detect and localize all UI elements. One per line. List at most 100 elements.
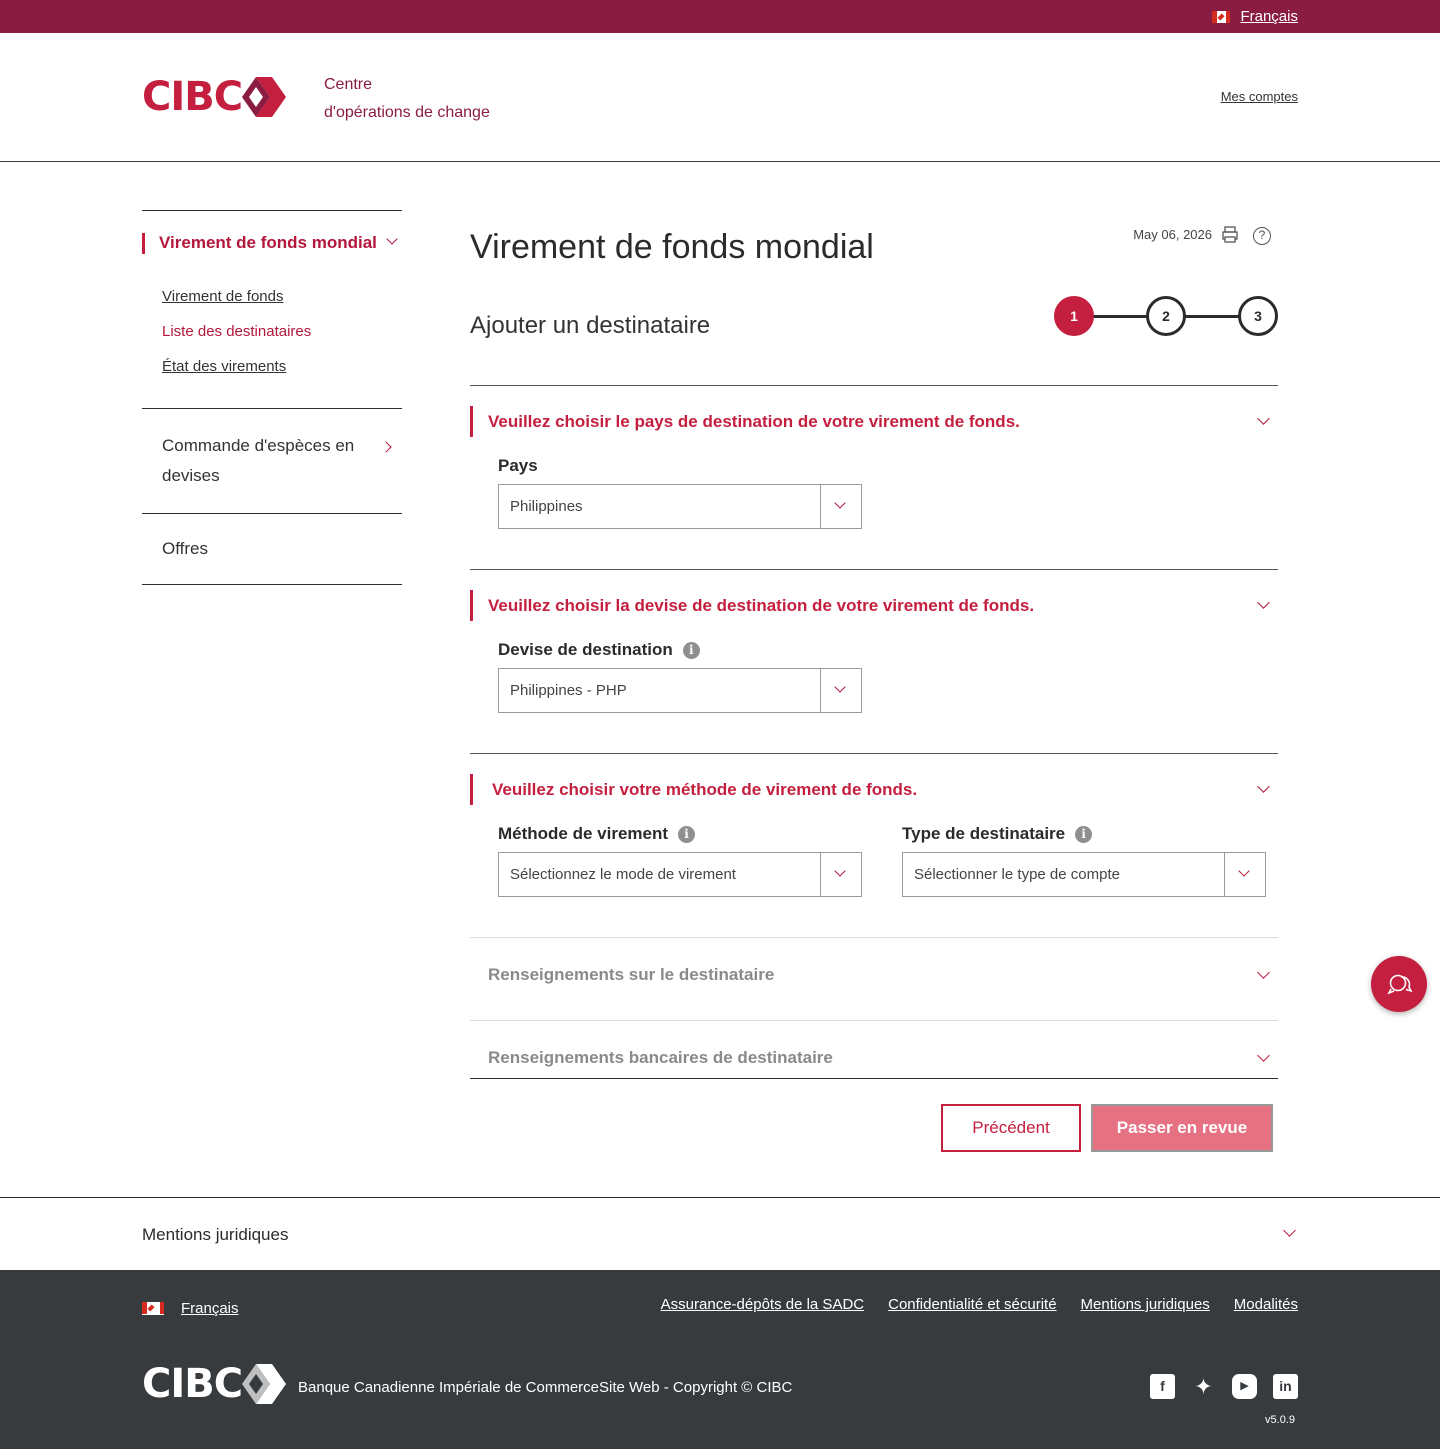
chat-icon <box>1387 974 1413 995</box>
country-value: Philippines <box>510 498 583 515</box>
dropdown-button[interactable] <box>820 669 861 712</box>
method-section-header[interactable]: Veuillez choisir votre méthode de vireme… <box>470 754 1278 826</box>
language-switch: Français <box>1212 8 1298 25</box>
step-connector <box>1184 315 1240 318</box>
footer-logo-text: CIBC <box>142 1361 243 1407</box>
section-indicator <box>470 590 473 621</box>
page-subtitle: Ajouter un destinataire <box>470 312 711 339</box>
country-section: Veuillez choisir le pays de destination … <box>470 385 1278 569</box>
info-icon[interactable]: i <box>1075 825 1093 843</box>
currency-section-header[interactable]: Veuillez choisir la devise de destinatio… <box>470 570 1278 642</box>
chevron-down-icon <box>1257 1049 1270 1062</box>
bank-info-section: Renseignements bancaires de destinataire <box>470 1020 1278 1078</box>
step-connector <box>1092 315 1148 318</box>
country-label: Pays <box>498 456 538 475</box>
sidebar-divider <box>142 584 402 585</box>
recipient-info-header: Renseignements sur le destinataire <box>470 938 1278 1010</box>
footer-link-privacy[interactable]: Confidentialité et sécurité <box>888 1296 1056 1313</box>
facebook-icon[interactable]: f <box>1150 1374 1175 1399</box>
linkedin-icon[interactable]: in <box>1273 1374 1298 1399</box>
page-title: Virement de fonds mondial <box>470 228 874 266</box>
progress-stepper: 1 2 3 <box>1054 296 1278 336</box>
sidebar-item-recipients[interactable]: Liste des destinataires <box>162 314 402 349</box>
sidebar-item-transfer[interactable]: Virement de fonds <box>162 279 402 314</box>
section-title: Veuillez choisir votre méthode de vireme… <box>492 780 918 799</box>
info-icon[interactable]: i <box>678 825 696 843</box>
chevron-down-icon <box>834 497 846 509</box>
chevron-down-icon <box>1283 1224 1296 1237</box>
sidebar-nav: Virement de fonds mondial Virement de fo… <box>142 210 402 585</box>
method-select[interactable]: Sélectionnez le mode de virement <box>498 852 862 897</box>
currency-select[interactable]: Philippines - PHP <box>498 668 862 713</box>
cibc-logo[interactable]: CIBC <box>142 74 287 120</box>
sidebar-item-offers[interactable]: Offres <box>142 513 402 584</box>
divider <box>470 1078 1278 1079</box>
currency-section: Veuillez choisir la devise de destinatio… <box>470 569 1278 753</box>
sidebar-section-global-transfer: Virement de fonds mondial Virement de fo… <box>142 210 402 408</box>
language-link[interactable]: Français <box>1240 8 1298 25</box>
section-indicator <box>470 406 473 437</box>
cibc-diamond-icon <box>242 77 287 117</box>
cibc-diamond-icon <box>242 1364 287 1404</box>
footer-language-switch: Français <box>142 1300 239 1317</box>
active-indicator <box>142 233 145 254</box>
canada-flag-icon <box>142 1302 164 1315</box>
footer-link-terms[interactable]: Modalités <box>1234 1296 1298 1313</box>
sidebar-section-title[interactable]: Virement de fonds mondial <box>159 231 402 255</box>
section-title: Veuillez choisir le pays de destination … <box>488 412 1020 431</box>
dropdown-button[interactable] <box>820 485 861 528</box>
section-title: Renseignements bancaires de destinataire <box>488 1048 833 1067</box>
country-section-header[interactable]: Veuillez choisir le pays de destination … <box>470 386 1278 458</box>
recipient-info-section: Renseignements sur le destinataire <box>470 937 1278 1020</box>
version-label: v5.0.9 <box>1265 1414 1295 1426</box>
copyright-text: Banque Canadienne Impériale de CommerceS… <box>298 1379 793 1396</box>
current-date: May 06, 2026 <box>1133 227 1212 242</box>
section-title: Veuillez choisir la devise de destinatio… <box>488 596 1035 615</box>
footer-language-link[interactable]: Français <box>181 1300 239 1317</box>
method-label: Méthode de virement i <box>498 824 696 844</box>
print-icon[interactable] <box>1222 226 1238 243</box>
help-icon[interactable]: ? <box>1253 227 1271 245</box>
bank-info-header: Renseignements bancaires de destinataire <box>470 1021 1278 1093</box>
method-placeholder: Sélectionnez le mode de virement <box>510 866 736 883</box>
my-accounts-link[interactable]: Mes comptes <box>1221 89 1298 104</box>
sidebar-item-cash-order[interactable]: Commande d'espèces en devises <box>142 408 402 513</box>
dropdown-button[interactable] <box>820 853 861 896</box>
chevron-right-icon <box>380 441 392 453</box>
chat-button[interactable] <box>1371 956 1427 1012</box>
social-links: f ✦ ▶ in <box>1150 1374 1298 1399</box>
chevron-down-icon <box>1257 596 1270 609</box>
twitter-icon[interactable]: ✦ <box>1191 1374 1216 1399</box>
section-indicator <box>470 774 473 805</box>
top-bar: Français <box>0 0 1440 33</box>
method-section: Veuillez choisir votre méthode de vireme… <box>470 753 1278 937</box>
chevron-down-icon <box>1257 780 1270 793</box>
legal-title: Mentions juridiques <box>142 1225 289 1244</box>
previous-button[interactable]: Précédent <box>941 1104 1081 1152</box>
recipient-type-label: Type de destinataire i <box>902 824 1093 844</box>
dropdown-button[interactable] <box>1224 853 1265 896</box>
chevron-down-icon <box>1257 412 1270 425</box>
chevron-down-icon <box>1238 865 1250 877</box>
currency-value: Philippines - PHP <box>510 682 627 699</box>
footer-logo: CIBC <box>142 1361 287 1407</box>
recipient-type-select[interactable]: Sélectionner le type de compte <box>902 852 1266 897</box>
footer-link-cdic[interactable]: Assurance-dépôts de la SADC <box>661 1296 864 1313</box>
step-2: 2 <box>1146 296 1186 336</box>
sidebar-sublinks: Virement de fonds Liste des destinataire… <box>142 255 402 408</box>
step-1: 1 <box>1054 296 1094 336</box>
chevron-down-icon <box>834 865 846 877</box>
country-select[interactable]: Philippines <box>498 484 862 529</box>
canada-flag-icon <box>1212 10 1231 23</box>
recipient-type-placeholder: Sélectionner le type de compte <box>914 866 1120 883</box>
legal-section[interactable]: Mentions juridiques <box>0 1197 1440 1270</box>
site-footer: Français Assurance-dépôts de la SADC Con… <box>0 1270 1440 1449</box>
logo-text: CIBC <box>142 74 243 120</box>
review-button[interactable]: Passer en revue <box>1091 1104 1273 1152</box>
sidebar-item-status[interactable]: État des virements <box>162 349 402 384</box>
step-3: 3 <box>1238 296 1278 336</box>
footer-link-legal[interactable]: Mentions juridiques <box>1081 1296 1210 1313</box>
info-icon[interactable]: i <box>682 641 700 659</box>
chevron-down-icon <box>834 681 846 693</box>
youtube-icon[interactable]: ▶ <box>1232 1374 1257 1399</box>
